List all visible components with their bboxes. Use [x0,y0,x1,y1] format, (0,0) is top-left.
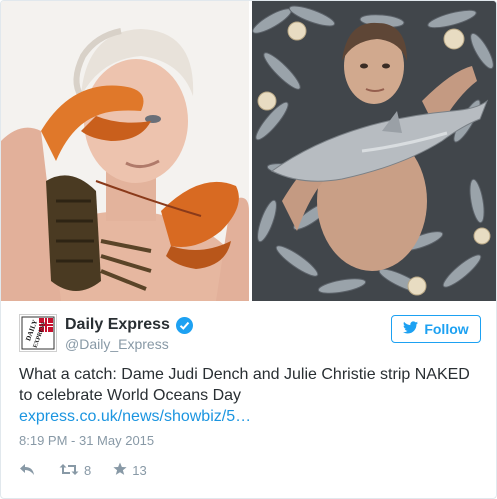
lobster-photo-illustration [1,1,249,301]
tweet-text: What a catch: Dame Judi Dench and Julie … [19,364,479,427]
account-fullname[interactable]: Daily Express [65,316,170,334]
reply-icon [19,463,35,479]
retweet-icon [59,463,79,479]
account-handle[interactable]: @Daily_Express [65,336,193,352]
tweet-header: DAILY EXPRESS Daily Express @Daily_Expre… [19,314,481,356]
fish-photo-illustration [252,1,496,301]
account-names[interactable]: Daily Express @Daily_Express [65,316,193,352]
tweet-link[interactable]: express.co.uk/news/showbiz/5… [19,406,479,427]
photo-lobster[interactable] [1,1,249,301]
tweet-timestamp[interactable]: 8:19 PM - 31 May 2015 [19,433,154,448]
retweet-count: 8 [84,463,92,478]
follow-label: Follow [424,321,469,337]
tweet-actions: 8 13 [19,462,147,479]
photo-fish[interactable] [252,1,496,301]
star-icon [113,462,127,479]
follow-button[interactable]: Follow [391,315,481,343]
tweet-media[interactable] [1,1,496,301]
like-count: 13 [132,463,147,478]
bird-icon [403,321,419,337]
fullname-row: Daily Express [65,316,193,334]
tweet-body: What a catch: Dame Judi Dench and Julie … [19,366,470,404]
verified-badge-icon [175,316,193,334]
avatar[interactable]: DAILY EXPRESS [19,314,57,352]
retweet-button[interactable]: 8 [59,463,91,479]
reply-button[interactable] [19,463,35,479]
like-button[interactable]: 13 [113,462,147,479]
daily-express-logo-icon: DAILY EXPRESS [20,315,56,351]
tweet-card: DAILY EXPRESS Daily Express @Daily_Expre… [0,0,497,499]
